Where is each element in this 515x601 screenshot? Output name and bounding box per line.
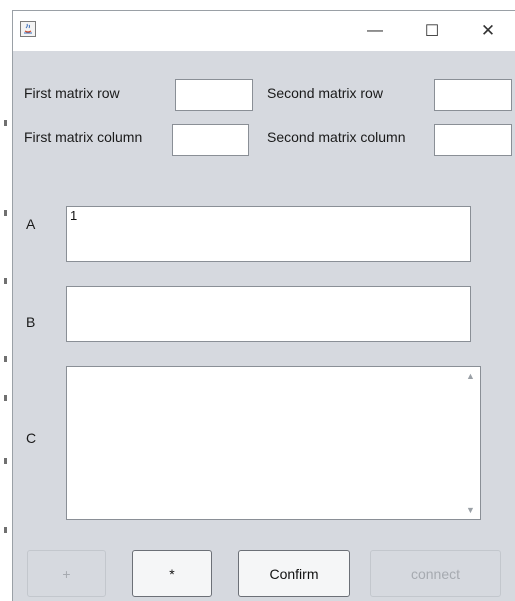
connect-button[interactable]: connect	[370, 550, 501, 597]
matrix-c-label: C	[26, 430, 37, 446]
add-button-label: +	[62, 565, 71, 582]
maximize-icon: ☐	[424, 23, 440, 40]
java-app-icon[interactable]	[20, 21, 36, 37]
matrix-a-label: A	[26, 216, 36, 232]
minimize-icon: —	[367, 22, 383, 39]
close-button[interactable]: ✕	[465, 11, 511, 51]
matrix-b-textarea[interactable]	[66, 286, 471, 342]
first-matrix-row-input[interactable]	[175, 79, 253, 111]
matrix-b-label: B	[26, 314, 36, 330]
first-matrix-column-input[interactable]	[172, 124, 249, 156]
confirm-button[interactable]: Confirm	[238, 550, 350, 597]
strip-mark	[4, 120, 7, 126]
matrix-a-textarea[interactable]: 1	[66, 206, 471, 262]
strip-mark	[4, 527, 7, 533]
matrix-a-text: 1	[70, 208, 78, 223]
scroll-up-arrow-icon[interactable]: ▲	[466, 371, 475, 381]
second-matrix-column-input[interactable]	[434, 124, 512, 156]
first-matrix-row-label: First matrix row	[24, 85, 120, 101]
second-matrix-row-input[interactable]	[434, 79, 512, 111]
first-matrix-column-label: First matrix column	[24, 129, 143, 145]
multiply-button-label: *	[169, 565, 175, 582]
close-icon: ✕	[480, 21, 496, 40]
second-matrix-row-label: Second matrix row	[267, 85, 383, 101]
title-bar[interactable]: — ☐ ✕	[13, 11, 515, 51]
scroll-down-arrow-icon[interactable]: ▼	[466, 505, 475, 515]
strip-mark	[4, 356, 7, 362]
vertical-scrollbar[interactable]: ▲ ▼	[463, 367, 480, 519]
multiply-button[interactable]: *	[132, 550, 212, 597]
strip-mark	[4, 210, 7, 216]
strip-mark	[4, 278, 7, 284]
confirm-button-label: Confirm	[269, 565, 319, 582]
maximize-button[interactable]: ☐	[409, 11, 455, 51]
strip-mark	[4, 458, 7, 464]
connect-button-label: connect	[410, 565, 461, 582]
add-button[interactable]: +	[27, 550, 106, 597]
minimize-button[interactable]: —	[352, 11, 398, 51]
second-matrix-column-label: Second matrix column	[267, 129, 406, 145]
matrix-c-textarea[interactable]: ▲ ▼	[66, 366, 481, 520]
strip-mark	[4, 395, 7, 401]
app-window: — ☐ ✕ First matrix row Second matrix row…	[12, 10, 515, 601]
background-strip	[0, 0, 12, 601]
